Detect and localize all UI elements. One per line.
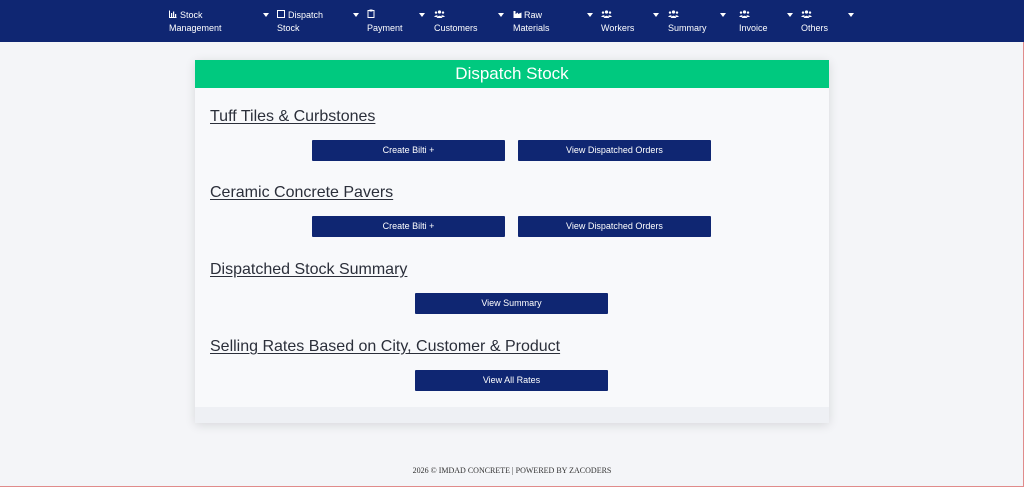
page-title: Dispatch Stock xyxy=(195,60,829,88)
section-title-ceramic: Ceramic Concrete Pavers xyxy=(210,184,394,201)
create-bilti-ceramic-button[interactable]: Create Bilti + xyxy=(312,216,505,237)
nav-payment[interactable]: Payment xyxy=(367,9,427,35)
view-summary-button[interactable]: View Summary xyxy=(415,293,608,314)
chevron-down-icon xyxy=(498,13,504,17)
page-footer: 2026 © IMDAD CONCRETE | POWERED BY ZACOD… xyxy=(412,466,612,475)
chevron-down-icon xyxy=(848,13,854,17)
nav-customers-label: Customers xyxy=(434,23,478,33)
nav-dispatch-stock-label-1: Dispatch xyxy=(288,10,324,20)
chevron-down-icon xyxy=(263,13,269,17)
view-dispatched-orders-ceramic-button[interactable]: View Dispatched Orders xyxy=(518,216,711,237)
nav-others[interactable]: Others xyxy=(801,9,857,35)
nav-others-label: Others xyxy=(801,23,829,33)
top-navbar: Stock Management Dispatch Stock Payment … xyxy=(0,0,1024,42)
chart-icon xyxy=(169,10,179,22)
clipboard-icon xyxy=(367,9,377,22)
nav-dispatch-stock-label-2: Stock xyxy=(277,23,300,33)
dispatch-stock-card: Dispatch Stock Tuff Tiles & Curbstones C… xyxy=(195,60,829,423)
nav-customers[interactable]: Customers xyxy=(434,9,507,35)
section-title-rates: Selling Rates Based on City, Customer & … xyxy=(210,338,561,355)
nav-summary[interactable]: Summary xyxy=(668,9,732,35)
section-title-tuff: Tuff Tiles & Curbstones xyxy=(210,108,376,125)
nav-stock-management-label-1: Stock xyxy=(180,10,203,20)
nav-invoice-label: Invoice xyxy=(739,23,768,33)
chevron-down-icon xyxy=(419,13,425,17)
nav-dispatch-stock[interactable]: Dispatch Stock xyxy=(277,9,361,35)
factory-icon xyxy=(513,10,523,22)
users-icon xyxy=(739,10,750,22)
users-icon xyxy=(668,10,679,22)
nav-raw-materials-label-1: Raw xyxy=(524,10,543,20)
nav-workers-label: Workers xyxy=(601,23,635,33)
card-footer xyxy=(195,407,829,423)
chevron-down-icon xyxy=(353,13,359,17)
view-all-rates-button[interactable]: View All Rates xyxy=(415,370,608,391)
chevron-down-icon xyxy=(720,13,726,17)
view-dispatched-orders-tuff-button[interactable]: View Dispatched Orders xyxy=(518,140,711,161)
users-icon xyxy=(601,10,612,22)
nav-payment-label: Payment xyxy=(367,23,403,33)
nav-summary-label: Summary xyxy=(668,23,707,33)
chevron-down-icon xyxy=(787,13,793,17)
nav-stock-management-label-2: Management xyxy=(169,23,222,33)
nav-workers[interactable]: Workers xyxy=(601,9,661,35)
create-bilti-tuff-button[interactable]: Create Bilti + xyxy=(312,140,505,161)
nav-stock-management[interactable]: Stock Management xyxy=(169,9,271,35)
chevron-down-icon xyxy=(653,13,659,17)
box-icon xyxy=(277,10,287,22)
section-title-summary: Dispatched Stock Summary xyxy=(210,261,408,278)
nav-raw-materials[interactable]: Raw Materials xyxy=(513,9,596,35)
users-icon xyxy=(434,10,445,22)
nav-invoice[interactable]: Invoice xyxy=(739,9,795,35)
users-icon xyxy=(801,10,812,22)
chevron-down-icon xyxy=(587,13,593,17)
nav-raw-materials-label-2: Materials xyxy=(513,23,550,33)
